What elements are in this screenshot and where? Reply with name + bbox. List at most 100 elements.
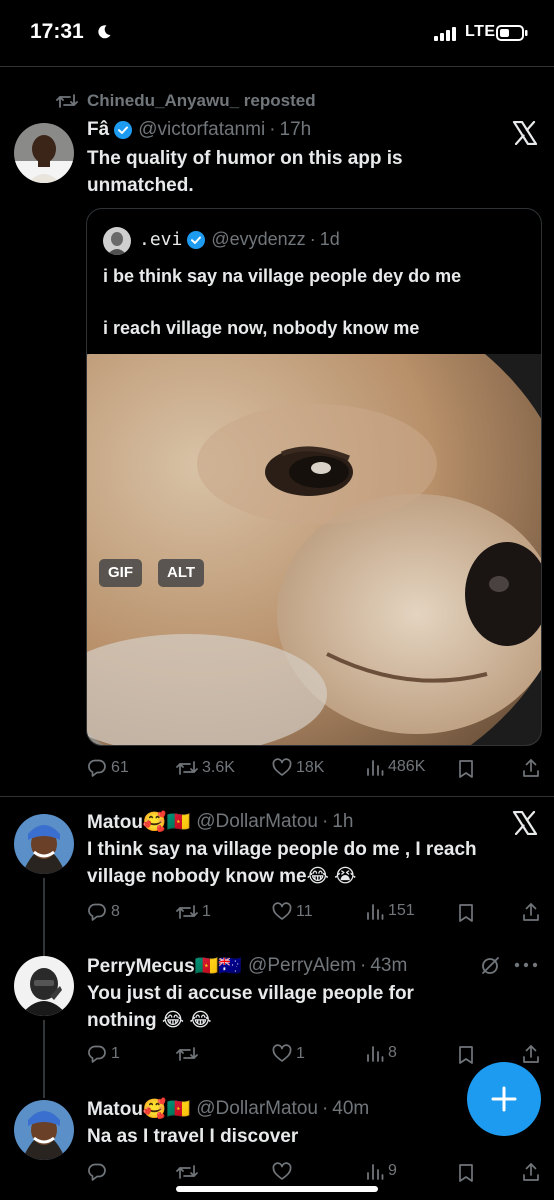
repost-count: 1 — [202, 903, 211, 920]
author-handle[interactable]: @DollarMatou — [196, 811, 318, 833]
views-count: 151 — [388, 902, 415, 919]
separator-dot: · — [321, 811, 329, 832]
more-options-icon[interactable] — [514, 962, 538, 968]
bookmark-button[interactable] — [457, 759, 475, 779]
quote-text-line-1: i be think say na village people dey do … — [103, 266, 462, 286]
heart-icon — [272, 902, 292, 922]
share-icon — [522, 902, 540, 922]
reply-button[interactable]: 61 — [87, 758, 129, 778]
views-icon — [366, 1162, 384, 1180]
views-button[interactable]: 9 — [366, 1162, 397, 1180]
alt-badge[interactable]: ALT — [158, 559, 205, 587]
reply-button[interactable] — [87, 1162, 111, 1182]
tweet-time[interactable]: 17h — [280, 119, 312, 141]
avatar[interactable] — [14, 1100, 74, 1160]
avatar[interactable] — [14, 814, 74, 874]
repost-icon — [176, 1162, 198, 1182]
share-button[interactable] — [522, 1162, 540, 1182]
views-count: 486K — [388, 758, 426, 775]
repost-icon — [176, 1044, 198, 1064]
reply-count: 8 — [111, 903, 120, 920]
compose-button[interactable] — [467, 1062, 541, 1136]
status-time: 17:31 — [30, 20, 84, 43]
avatar[interactable] — [14, 123, 74, 183]
repost-button[interactable] — [176, 1162, 202, 1182]
home-indicator[interactable] — [176, 1186, 378, 1192]
divider — [0, 796, 554, 797]
reply-icon — [87, 1044, 107, 1064]
tweet-text: The quality of humor on this app is unma… — [87, 148, 403, 196]
divider — [0, 66, 554, 67]
quote-text-line-2: i reach village now, nobody know me — [103, 318, 420, 338]
share-button[interactable] — [522, 758, 540, 778]
battery-icon — [496, 25, 528, 41]
bookmark-button[interactable] — [457, 1163, 475, 1183]
author-name[interactable]: PerryMecus🇨🇲🇦🇺 — [87, 954, 242, 978]
like-count: 11 — [296, 903, 313, 920]
tweet-text: I think say na village people do me , I … — [87, 839, 477, 887]
author-name[interactable]: Matou🥰🇨🇲 — [87, 1097, 190, 1121]
views-button[interactable]: 151 — [366, 902, 415, 920]
repost-icon — [176, 902, 198, 922]
repost-button[interactable] — [176, 1044, 202, 1064]
views-button[interactable]: 486K — [366, 758, 425, 776]
quote-avatar — [103, 227, 131, 255]
reply-count: 61 — [111, 759, 129, 776]
bookmark-button[interactable] — [457, 903, 475, 923]
signal-icon — [434, 27, 458, 41]
tweet-time[interactable]: 40m — [332, 1098, 369, 1120]
x-logo-icon[interactable] — [512, 121, 538, 145]
heart-icon — [272, 758, 292, 778]
like-count: 18K — [296, 759, 325, 776]
repost-icon — [176, 758, 198, 778]
verified-badge-icon — [114, 121, 133, 139]
like-button[interactable]: 11 — [272, 902, 313, 922]
like-button[interactable]: 1 — [272, 1044, 305, 1064]
thread-line — [43, 878, 45, 956]
repost-button[interactable]: 3.6K — [176, 758, 235, 778]
avatar[interactable] — [14, 956, 74, 1016]
gif-media[interactable] — [87, 354, 541, 745]
quote-tweet-card[interactable]: .evi @evydenzz · 1d i be think say na vi… — [86, 208, 542, 746]
x-logo-icon[interactable] — [512, 811, 538, 835]
quote-author-name: .evi — [139, 229, 183, 250]
like-count: 1 — [296, 1045, 305, 1062]
share-button[interactable] — [522, 1044, 540, 1064]
thread-line — [43, 1020, 45, 1098]
like-button[interactable]: 18K — [272, 758, 324, 778]
bookmark-button[interactable] — [457, 1045, 475, 1065]
bookmark-icon — [457, 1163, 475, 1183]
reply-icon — [87, 1162, 107, 1182]
reply-button[interactable]: 8 — [87, 902, 120, 922]
author-handle[interactable]: @victorfatanmi — [138, 119, 265, 141]
bookmark-icon — [457, 1045, 475, 1065]
share-button[interactable] — [522, 902, 540, 922]
network-label: LTE — [465, 23, 496, 40]
repost-count: 3.6K — [202, 759, 235, 776]
views-button[interactable]: 8 — [366, 1044, 397, 1062]
reply-count: 1 — [111, 1045, 120, 1062]
views-count: 9 — [388, 1162, 397, 1179]
quote-header: .evi @evydenzz · 1d — [139, 229, 340, 250]
like-button[interactable] — [272, 1162, 296, 1182]
tweet-time[interactable]: 1h — [332, 811, 353, 833]
repost-button[interactable]: 1 — [176, 902, 211, 922]
views-icon — [366, 1044, 384, 1062]
grok-icon[interactable] — [479, 955, 501, 977]
author-name[interactable]: Matou🥰🇨🇲 — [87, 810, 190, 834]
share-icon — [522, 758, 540, 778]
author-name[interactable]: Fâ — [87, 119, 109, 141]
quote-time: 1d — [319, 229, 340, 249]
author-handle[interactable]: @DollarMatou — [196, 1098, 318, 1120]
tweet-time[interactable]: 43m — [370, 955, 407, 977]
separator-dot: · — [360, 955, 367, 976]
do-not-disturb-icon — [96, 24, 112, 40]
author-handle[interactable]: @PerryAlem — [248, 955, 356, 977]
separator-dot: · — [269, 119, 276, 140]
tweet-header: PerryMecus🇨🇲🇦🇺 @PerryAlem · 43m — [87, 954, 407, 978]
bookmark-icon — [457, 903, 475, 923]
reply-button[interactable]: 1 — [87, 1044, 120, 1064]
repost-label[interactable]: Chinedu_Anyawu_ reposted — [87, 91, 316, 111]
share-icon — [522, 1044, 540, 1064]
share-icon — [522, 1162, 540, 1182]
